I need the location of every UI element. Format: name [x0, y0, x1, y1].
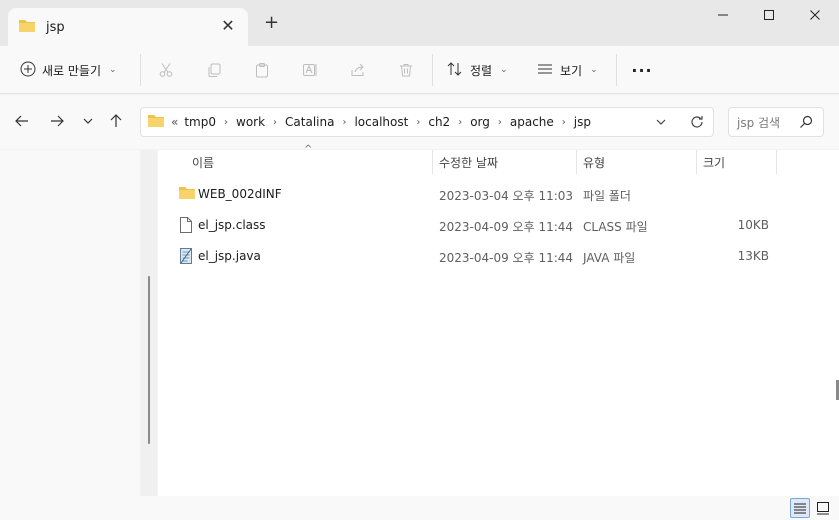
file-date: 2023-03-04 오후 11:03 — [439, 189, 574, 203]
column-divider[interactable] — [576, 150, 577, 174]
file-date: 2023-04-09 오후 11:44 — [439, 251, 574, 265]
breadcrumb: tmp0 › work › Catalina › localhost › ch2… — [184, 115, 591, 129]
file-list: ^ 이름 수정한 날짜 유형 크기 WEB_002dINF 2023-03-04… — [158, 144, 839, 496]
close-window-button[interactable] — [792, 4, 838, 26]
new-button[interactable]: 새로 만들기 ⌄ — [14, 56, 123, 84]
chevron-right-icon[interactable]: › — [342, 117, 346, 128]
column-header-type[interactable]: 유형 — [583, 150, 605, 174]
file-type: CLASS 파일 — [583, 220, 648, 234]
chevron-right-icon[interactable]: › — [562, 117, 566, 128]
breadcrumb-item[interactable]: Catalina — [285, 115, 334, 129]
file-name: WEB_002dINF — [198, 187, 282, 201]
chevron-down-icon: ⌄ — [109, 65, 117, 75]
rename-icon[interactable] — [298, 58, 322, 82]
recent-locations-chevron-icon[interactable] — [78, 111, 98, 131]
scrollbar-thumb[interactable] — [148, 276, 150, 444]
folder-icon — [18, 18, 36, 36]
new-tab-button[interactable]: + — [264, 14, 279, 32]
view-lines-icon — [536, 62, 554, 79]
status-bar — [0, 496, 839, 520]
view-button-label: 보기 — [560, 63, 583, 78]
delete-icon[interactable] — [394, 58, 418, 82]
minimize-button[interactable] — [700, 4, 746, 26]
chevron-right-icon[interactable]: › — [224, 117, 228, 128]
breadcrumb-item[interactable]: tmp0 — [184, 115, 216, 129]
new-button-label: 새로 만들기 — [42, 63, 102, 78]
toolbar-divider — [140, 54, 141, 86]
command-bar: 새로 만들기 ⌄ 정렬 ⌄ 보기 ⌄ ··· — [0, 46, 839, 94]
navigation-pane[interactable] — [0, 150, 140, 496]
tab-jsp[interactable]: jsp ✕ — [8, 8, 248, 46]
table-row[interactable]: WEB_002dINF 2023-03-04 오후 11:03 파일 폴더 — [158, 179, 839, 210]
up-arrow-icon[interactable] — [106, 111, 126, 131]
details-view-icon[interactable] — [790, 498, 810, 518]
breadcrumb-item[interactable]: org — [470, 115, 490, 129]
view-button[interactable]: 보기 ⌄ — [536, 56, 598, 84]
forward-arrow-icon[interactable] — [47, 111, 67, 131]
chevron-right-icon[interactable]: › — [458, 117, 462, 128]
file-date: 2023-04-09 오후 11:44 — [439, 220, 574, 234]
search-icon[interactable] — [799, 115, 813, 132]
breadcrumb-item[interactable]: apache — [510, 115, 554, 129]
address-bar[interactable]: « tmp0 › work › Catalina › localhost › c… — [140, 107, 714, 137]
file-size: 13KB — [737, 249, 769, 263]
breadcrumb-item[interactable]: work — [236, 115, 265, 129]
more-options-button[interactable]: ··· — [628, 58, 656, 82]
back-arrow-icon[interactable] — [12, 111, 32, 131]
tab-close-button[interactable]: ✕ — [220, 18, 236, 34]
chevron-down-icon: ⌄ — [500, 65, 508, 75]
toolbar-divider — [616, 54, 617, 86]
folder-icon — [178, 185, 196, 203]
sort-button[interactable]: 정렬 ⌄ — [446, 56, 508, 84]
toolbar-divider — [432, 54, 433, 86]
column-header-date[interactable]: 수정한 날짜 — [439, 150, 498, 174]
share-icon[interactable] — [346, 58, 370, 82]
copy-icon[interactable] — [202, 58, 226, 82]
breadcrumb-overflow[interactable]: « — [171, 115, 178, 129]
column-header-size[interactable]: 크기 — [703, 150, 725, 174]
table-row[interactable]: el_jsp.class 2023-04-09 오후 11:44 CLASS 파… — [158, 210, 839, 241]
search-placeholder: jsp 검색 — [737, 115, 781, 130]
java-file-icon — [178, 247, 194, 268]
sort-ascending-icon: ^ — [304, 144, 313, 155]
sort-button-label: 정렬 — [470, 63, 493, 78]
title-bar: jsp ✕ + — [0, 0, 839, 46]
search-input[interactable]: jsp 검색 — [728, 107, 824, 137]
large-icons-view-icon[interactable] — [813, 498, 833, 518]
file-name: el_jsp.class — [198, 218, 266, 232]
table-row[interactable]: el_jsp.java 2023-04-09 오후 11:44 JAVA 파일 … — [158, 241, 839, 272]
file-name: el_jsp.java — [198, 249, 261, 263]
refresh-icon[interactable] — [689, 114, 705, 133]
breadcrumb-item[interactable]: jsp — [574, 115, 591, 129]
column-divider[interactable] — [776, 150, 777, 174]
chevron-right-icon[interactable]: › — [498, 117, 502, 128]
chevron-down-icon: ⌄ — [590, 65, 598, 75]
tab-title: jsp — [46, 19, 65, 35]
maximize-button[interactable] — [746, 4, 792, 26]
plus-circle-icon — [20, 61, 36, 80]
cut-icon[interactable] — [154, 58, 178, 82]
breadcrumb-item[interactable]: localhost — [354, 115, 408, 129]
column-divider[interactable] — [696, 150, 697, 174]
paste-icon[interactable] — [250, 58, 274, 82]
column-divider[interactable] — [432, 150, 433, 174]
chevron-right-icon[interactable]: › — [273, 117, 277, 128]
file-type: 파일 폴더 — [583, 189, 631, 203]
column-header-name[interactable]: 이름 — [192, 150, 214, 174]
address-history-chevron-icon[interactable] — [655, 114, 667, 133]
file-size: 10KB — [737, 218, 769, 232]
file-icon — [178, 216, 194, 237]
file-type: JAVA 파일 — [583, 251, 636, 265]
breadcrumb-item[interactable]: ch2 — [428, 115, 450, 129]
sort-icon — [446, 61, 464, 80]
chevron-right-icon[interactable]: › — [416, 117, 420, 128]
navigation-row: « tmp0 › work › Catalina › localhost › c… — [0, 95, 839, 149]
folder-icon — [147, 113, 165, 131]
